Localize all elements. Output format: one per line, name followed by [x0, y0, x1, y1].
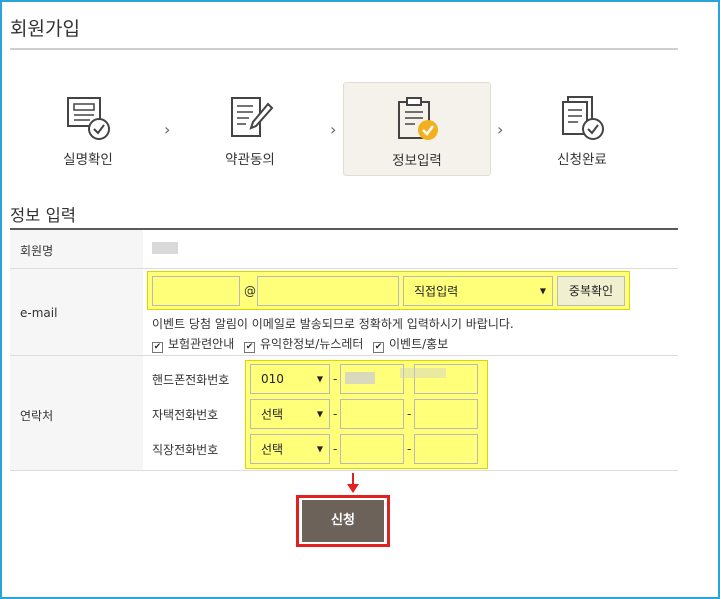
checkbox-label: 이벤트/홍보 [389, 337, 449, 351]
duplicate-check-button[interactable]: 중복확인 [557, 276, 625, 306]
email-domain-select-value: 직접입력 [414, 284, 459, 299]
document-pen-icon [231, 97, 274, 137]
email-domain-select[interactable]: 직접입력 ▼ [403, 276, 553, 306]
step-info-input: 정보입력 [343, 82, 491, 176]
dash: - [407, 407, 412, 421]
chevron-right-icon: › [497, 120, 504, 139]
mobile-last-redacted [400, 368, 446, 378]
step-label: 신청완료 [557, 152, 607, 168]
at-sign: @ [244, 284, 256, 298]
email-local-input[interactable] [152, 276, 240, 306]
mobile-phone-label: 핸드폰전화번호 [152, 373, 230, 387]
step-label: 실명확인 [63, 152, 113, 168]
email-label: e-mail [20, 306, 58, 320]
email-notice: 이벤트 당첨 알림이 이메일로 발송되므로 정확하게 입력하시기 바랍니다. [152, 317, 514, 331]
email-domain-input[interactable] [257, 276, 399, 306]
email-label-cell: e-mail [10, 269, 143, 355]
home-prefix-value: 선택 [261, 407, 284, 422]
contact-label: 연락처 [20, 409, 54, 423]
dropdown-arrow-icon: ▼ [316, 409, 323, 419]
work-prefix-value: 선택 [261, 442, 284, 457]
dash: - [333, 442, 338, 456]
page-title: 회원가입 [10, 18, 80, 40]
work-last-input[interactable] [414, 434, 478, 464]
work-middle-input[interactable] [340, 434, 404, 464]
member-name-label: 회원명 [20, 244, 54, 258]
documents-check-icon [562, 96, 604, 140]
signup-steps: 실명확인 약관동의 정보입력 신청완료 [0, 82, 720, 176]
checkbox-checked-icon[interactable]: ✔ [152, 342, 163, 353]
home-prefix-select[interactable]: 선택 ▼ [250, 399, 330, 429]
step-terms-agree: 약관동의 [176, 82, 324, 176]
dash: - [407, 442, 412, 456]
checkbox-insurance-info[interactable]: ✔ 보험관련안내 [152, 335, 234, 353]
work-phone-label: 직장전화번호 [152, 443, 219, 457]
member-name-label-cell: 회원명 [10, 230, 143, 268]
home-last-input[interactable] [414, 399, 478, 429]
checkbox-checked-icon[interactable]: ✔ [373, 342, 384, 353]
dropdown-arrow-icon: ▼ [316, 444, 323, 454]
dash: - [333, 407, 338, 421]
checkbox-label: 보험관련안내 [168, 337, 235, 351]
work-prefix-select[interactable]: 선택 ▼ [250, 434, 330, 464]
step-real-name-check: 실명확인 [14, 82, 162, 176]
chevron-right-icon: › [164, 120, 171, 139]
dropdown-arrow-icon: ▼ [539, 286, 546, 296]
checkbox-label: 유익한정보/뉴스레터 [260, 337, 364, 351]
member-name-value-redacted [152, 242, 178, 254]
dropdown-arrow-icon: ▼ [316, 374, 323, 384]
checkbox-checked-icon[interactable]: ✔ [244, 342, 255, 353]
contact-label-cell: 연락처 [10, 356, 143, 470]
step-complete: 신청완료 [508, 82, 656, 176]
clipboard-check-icon [398, 97, 438, 140]
mobile-middle-redacted [345, 372, 375, 384]
section-title: 정보 입력 [10, 206, 76, 225]
step-label: 약관동의 [225, 152, 275, 168]
checkbox-event-promo[interactable]: ✔ 이벤트/홍보 [373, 335, 448, 353]
checkbox-newsletter[interactable]: ✔ 유익한정보/뉴스레터 [244, 335, 363, 353]
home-middle-input[interactable] [340, 399, 404, 429]
title-divider [10, 48, 678, 50]
submit-button[interactable]: 신청 [302, 500, 384, 542]
home-phone-label: 자택전화번호 [152, 408, 219, 422]
chevron-right-icon: › [330, 120, 337, 139]
dash: - [333, 372, 338, 386]
mobile-prefix-select[interactable]: 010 ▼ [250, 364, 330, 394]
step-label: 정보입력 [392, 153, 442, 169]
id-card-check-icon [67, 97, 110, 140]
mobile-prefix-value: 010 [261, 372, 284, 386]
annotation-arrow-head [347, 484, 359, 493]
row-divider [10, 470, 678, 471]
